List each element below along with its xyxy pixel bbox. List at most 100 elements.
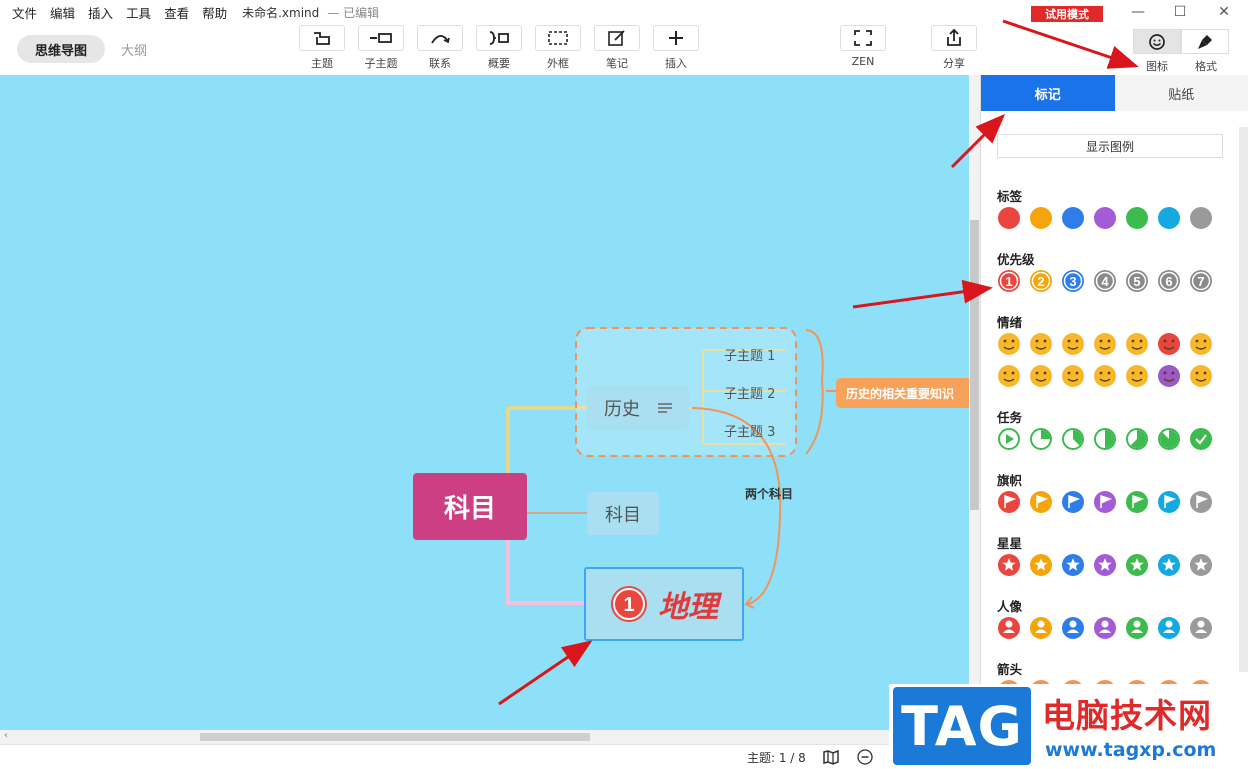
boundary-button[interactable]: 外框 (534, 25, 582, 71)
menu-edit[interactable]: 编辑 (50, 3, 75, 22)
emoji-icon[interactable] (1190, 333, 1212, 355)
mindmap-canvas[interactable]: 科目 历史 科目 1 地理 子主题 1 子主题 2 子主题 3 历史的相关重要知… (0, 75, 969, 730)
priority-1-icon[interactable]: 1 (998, 270, 1020, 292)
emoji-icon[interactable] (998, 333, 1020, 355)
outline-view-button[interactable]: 大纲 (121, 40, 147, 59)
person-icon[interactable] (1190, 617, 1212, 639)
share-button[interactable]: 分享 (930, 25, 978, 71)
subtopic-button[interactable]: 子主题 (357, 25, 405, 71)
summary-topic[interactable]: 历史的相关重要知识 (836, 378, 969, 408)
subtopic-2[interactable]: 子主题 2 (724, 383, 775, 402)
trial-mode-badge[interactable]: 试用模式 (1031, 6, 1103, 22)
summary-button[interactable]: 概要 (475, 25, 523, 71)
icon-tab-label: 图标 (1146, 60, 1168, 73)
star-icon[interactable] (998, 554, 1020, 576)
tag-color-marker[interactable] (1062, 207, 1084, 229)
person-icon[interactable] (1158, 617, 1180, 639)
icon-panel-button[interactable] (1133, 29, 1181, 54)
menu-insert[interactable]: 插入 (88, 3, 113, 22)
person-icon[interactable] (1094, 617, 1116, 639)
tag-color-marker[interactable] (998, 207, 1020, 229)
emoji-icon[interactable] (1030, 365, 1052, 387)
mindmap-view-button[interactable]: 思维导图 (17, 35, 105, 63)
subject-topic[interactable]: 科目 (587, 492, 659, 535)
scroll-left-icon[interactable]: ‹ (4, 730, 8, 741)
relationship-button[interactable]: 联系 (416, 25, 464, 71)
canvas-horizontal-scrollbar[interactable]: ‹ (0, 730, 980, 744)
tag-color-marker[interactable] (1126, 207, 1148, 229)
subtopic-3[interactable]: 子主题 3 (724, 421, 775, 440)
scroll-thumb[interactable] (970, 220, 979, 510)
menu-help[interactable]: 帮助 (202, 3, 227, 22)
emoji-icon[interactable] (1062, 365, 1084, 387)
tag-color-marker[interactable] (1030, 207, 1052, 229)
note-button[interactable]: 笔记 (593, 25, 641, 71)
menu-file[interactable]: 文件 (12, 3, 37, 22)
flag-icon[interactable] (1158, 491, 1180, 513)
minimize-icon[interactable]: — (1128, 2, 1148, 22)
emoji-icon[interactable] (1126, 333, 1148, 355)
subtopic-1[interactable]: 子主题 1 (724, 345, 775, 364)
priority-4-icon[interactable]: 4 (1094, 270, 1116, 292)
flag-icon[interactable] (998, 491, 1020, 513)
root-topic[interactable]: 科目 (413, 473, 527, 540)
task-progress-icon[interactable] (1030, 428, 1052, 450)
history-topic[interactable]: 历史 (587, 386, 689, 430)
notes-icon[interactable] (656, 401, 674, 415)
tag-color-marker[interactable] (1094, 207, 1116, 229)
maximize-icon[interactable]: ☐ (1170, 2, 1190, 22)
emoji-icon[interactable] (1190, 365, 1212, 387)
topic-button[interactable]: 主题 (298, 25, 346, 71)
priority-5-icon[interactable]: 5 (1126, 270, 1148, 292)
flag-icon[interactable] (1094, 491, 1116, 513)
map-icon[interactable] (822, 749, 840, 765)
task-progress-icon[interactable] (1190, 428, 1212, 450)
priority-3-icon[interactable]: 3 (1062, 270, 1084, 292)
relationship-label[interactable]: 两个科目 (745, 485, 793, 502)
emoji-icon[interactable] (1094, 333, 1116, 355)
star-icon[interactable] (1030, 554, 1052, 576)
person-icon[interactable] (1126, 617, 1148, 639)
emoji-icon[interactable] (1126, 365, 1148, 387)
priority-7-icon[interactable]: 7 (1190, 270, 1212, 292)
flag-icon[interactable] (1190, 491, 1212, 513)
scroll-thumb[interactable] (200, 733, 590, 741)
star-icon[interactable] (1158, 554, 1180, 576)
task-progress-icon[interactable] (1126, 428, 1148, 450)
share-icon (931, 25, 977, 51)
star-icon[interactable] (1094, 554, 1116, 576)
person-icon[interactable] (1030, 617, 1052, 639)
zen-button[interactable]: ZEN (839, 25, 887, 68)
insert-button[interactable]: 插入 (652, 25, 700, 71)
canvas-vertical-scrollbar[interactable] (969, 75, 980, 730)
close-icon[interactable]: ✕ (1214, 2, 1234, 22)
flag-icon[interactable] (1030, 491, 1052, 513)
tag-color-marker[interactable] (1158, 207, 1180, 229)
flag-icon[interactable] (1126, 491, 1148, 513)
geography-topic[interactable]: 1 地理 (584, 567, 744, 641)
task-progress-icon[interactable] (1158, 428, 1180, 450)
menu-view[interactable]: 查看 (164, 3, 189, 22)
priority-6-icon[interactable]: 6 (1158, 270, 1180, 292)
emoji-icon[interactable] (998, 365, 1020, 387)
tag-color-marker[interactable] (1190, 207, 1212, 229)
emoji-icon[interactable] (1062, 333, 1084, 355)
panel-scrollbar[interactable] (1239, 127, 1248, 672)
emoji-icon[interactable] (1158, 333, 1180, 355)
person-icon[interactable] (1062, 617, 1084, 639)
emoji-icon[interactable] (1094, 365, 1116, 387)
task-progress-icon[interactable] (998, 428, 1020, 450)
emoji-icon[interactable] (1158, 365, 1180, 387)
zoom-out-icon[interactable] (857, 749, 873, 765)
flag-icon[interactable] (1062, 491, 1084, 513)
menu-tools[interactable]: 工具 (126, 3, 151, 22)
task-progress-icon[interactable] (1094, 428, 1116, 450)
star-icon[interactable] (1190, 554, 1212, 576)
star-icon[interactable] (1126, 554, 1148, 576)
star-icon[interactable] (1062, 554, 1084, 576)
task-progress-icon[interactable] (1062, 428, 1084, 450)
format-panel-button[interactable] (1181, 29, 1229, 54)
priority-2-icon[interactable]: 2 (1030, 270, 1052, 292)
emoji-icon[interactable] (1030, 333, 1052, 355)
person-icon[interactable] (998, 617, 1020, 639)
